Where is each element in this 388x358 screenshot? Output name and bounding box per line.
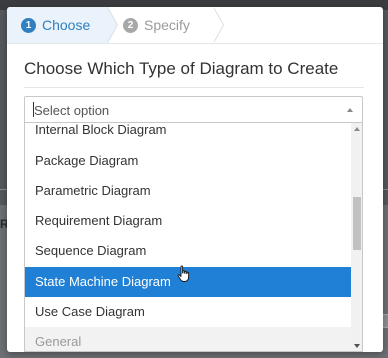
step-label: Specify <box>144 17 190 33</box>
option-internal-block-diagram[interactable]: Internal Block Diagram <box>25 123 351 145</box>
option-use-case-diagram[interactable]: Use Case Diagram <box>25 297 351 327</box>
scroll-up-arrow-icon[interactable] <box>354 127 360 131</box>
scrollbar-thumb[interactable] <box>353 197 361 250</box>
scroll-down-arrow-icon[interactable] <box>354 344 360 348</box>
option-parametric-diagram[interactable]: Parametric Diagram <box>25 176 351 206</box>
dialog-title: Choose Which Type of Diagram to Create <box>24 59 339 78</box>
option-package-diagram[interactable]: Package Diagram <box>25 146 351 176</box>
step-number-badge: 1 <box>21 17 36 33</box>
create-diagram-dialog: 1 Choose 2 Specify Choose Which Type of … <box>7 7 383 352</box>
select-placeholder: Select option <box>34 103 110 118</box>
wizard-steps: 1 Choose 2 Specify <box>7 7 383 43</box>
option-requirement-diagram[interactable]: Requirement Diagram <box>25 206 351 236</box>
title-divider <box>24 87 364 88</box>
steps-divider <box>7 43 383 44</box>
option-sequence-diagram[interactable]: Sequence Diagram <box>25 236 351 266</box>
step-label: Choose <box>42 17 91 33</box>
wizard-step-choose[interactable]: 1 Choose <box>7 7 109 43</box>
hand-pointer-icon <box>177 265 190 282</box>
wizard-step-specify[interactable]: 2 Specify <box>109 7 215 43</box>
dropdown-scrollbar[interactable] <box>351 123 362 351</box>
diagram-type-dropdown: Internal Block Diagram Package Diagram P… <box>24 123 363 352</box>
step-separator-chevron-fill <box>213 7 223 43</box>
step-number-badge: 2 <box>123 17 138 33</box>
diagram-type-select[interactable]: Select option <box>24 96 363 123</box>
option-group-general: General <box>25 327 351 351</box>
caret-up-icon[interactable] <box>347 108 353 112</box>
